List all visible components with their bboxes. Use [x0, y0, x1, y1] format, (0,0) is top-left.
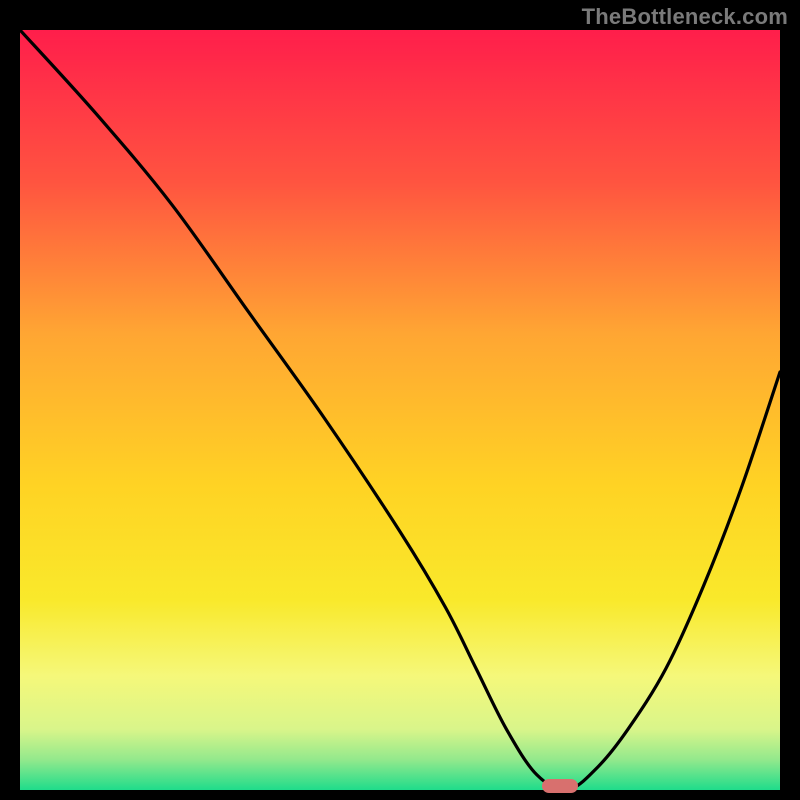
- chart-frame: [20, 30, 780, 790]
- watermark-text: TheBottleneck.com: [582, 4, 788, 30]
- optimal-marker: [542, 779, 578, 793]
- chart-background-gradient: [20, 30, 780, 790]
